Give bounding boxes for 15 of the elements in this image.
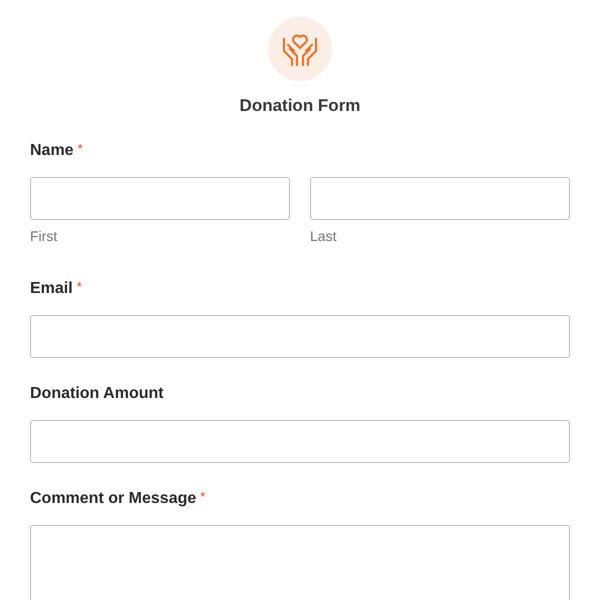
required-mark: * — [200, 488, 206, 506]
input-field[interactable] — [30, 176, 290, 220]
field-sublabel: First — [30, 226, 58, 246]
field-label: Donation Amount — [30, 384, 164, 404]
field-label: Email — [30, 278, 73, 298]
form-title: Donation Form — [240, 95, 360, 117]
text-area[interactable] — [30, 524, 570, 600]
input-field[interactable] — [310, 176, 570, 220]
required-mark: * — [78, 140, 83, 158]
field-sublabel: Last — [310, 226, 338, 246]
input-field[interactable] — [30, 420, 570, 462]
field-label: Name — [30, 140, 74, 160]
required-mark: * — [76, 278, 82, 296]
field-label: Comment or Message — [30, 488, 196, 508]
input-field[interactable] — [30, 314, 570, 358]
